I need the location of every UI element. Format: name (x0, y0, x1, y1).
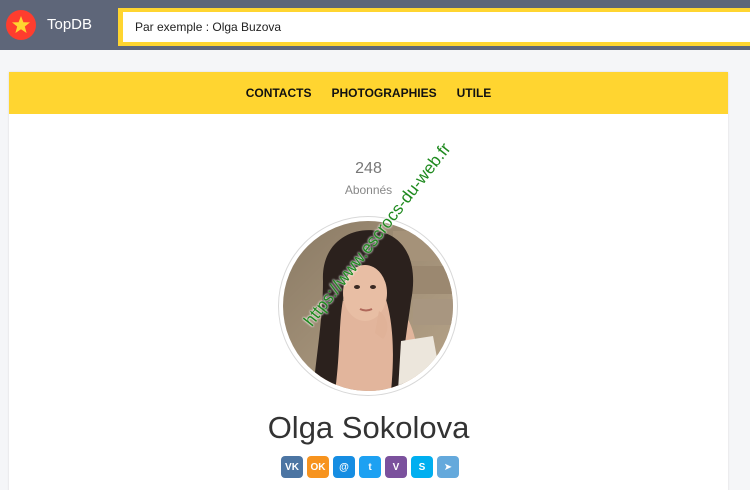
viber-icon[interactable]: V (385, 456, 407, 478)
vk-icon[interactable]: VK (281, 456, 303, 478)
brand-name[interactable]: TopDB (47, 16, 92, 33)
social-share-bar: VK OK @ t V S ➤ (281, 456, 459, 478)
search-bar (118, 8, 750, 46)
star-logo-icon[interactable] (6, 10, 36, 40)
top-header: TopDB (0, 0, 750, 50)
profile-nav: CONTACTS PHOTOGRAPHIES UTILE (9, 72, 728, 114)
twitter-icon[interactable]: t (359, 456, 381, 478)
tab-contacts[interactable]: CONTACTS (246, 86, 312, 100)
subscriber-label: Abonnés (344, 183, 393, 197)
subscriber-count: 248 (355, 160, 382, 177)
search-input[interactable] (123, 12, 750, 42)
profile-name: Olga Sokolova (267, 410, 470, 445)
tab-photographies[interactable]: PHOTOGRAPHIES (331, 86, 436, 100)
skype-icon[interactable]: S (411, 456, 433, 478)
tab-utile[interactable]: UTILE (457, 86, 492, 100)
profile-card: CONTACTS PHOTOGRAPHIES UTILE 248 Abonnés (9, 72, 728, 490)
odnoklassniki-icon[interactable]: OK (307, 456, 329, 478)
telegram-icon[interactable]: ➤ (437, 456, 459, 478)
moimir-icon[interactable]: @ (333, 456, 355, 478)
